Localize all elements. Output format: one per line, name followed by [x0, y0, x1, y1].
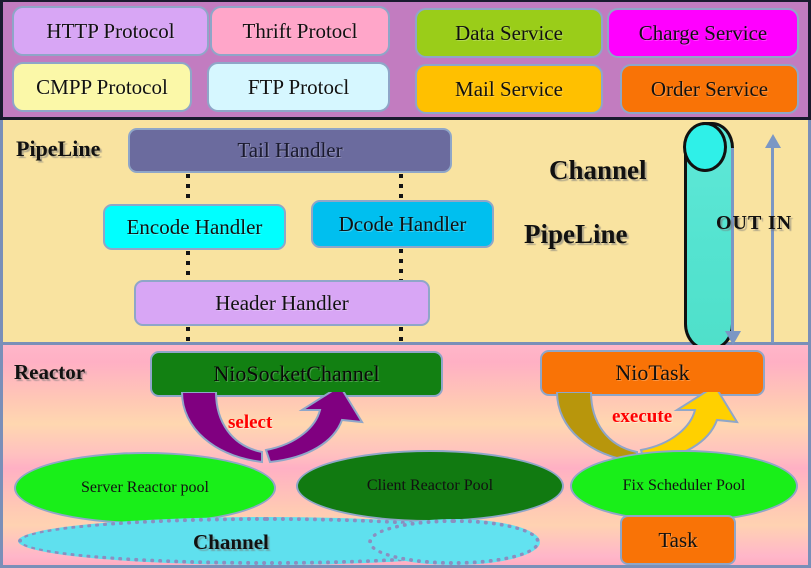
channel-ellipse-small[interactable] — [368, 519, 540, 565]
handler-box-tail[interactable]: Tail Handler — [128, 128, 452, 173]
execute-label: execute — [612, 406, 673, 427]
handler-box-header-label: Header Handler — [215, 290, 349, 315]
handler-box-dcode-label: Dcode Handler — [338, 211, 467, 236]
service-card-order-label: Order Service — [650, 76, 769, 101]
connector-dots-encode-header — [186, 251, 190, 280]
pipeline-section-label: PipeLine — [16, 136, 101, 161]
protocol-card-ftp-label: FTP Protocl — [247, 74, 350, 99]
pool-fix-scheduler[interactable]: Fix Scheduler Pool — [570, 450, 798, 522]
channel-pipeline-label: PipeLine — [524, 219, 628, 249]
diagram-canvas: HTTP Protocol Thrift Protocl CMPP Protoc… — [0, 0, 811, 568]
service-card-data[interactable]: Data Service — [415, 8, 603, 58]
connector-dots-dcode-header — [399, 249, 403, 280]
in-arrow-head-icon — [765, 134, 781, 148]
reactor-section-label: Reactor — [14, 360, 86, 384]
pool-fix-scheduler-label: Fix Scheduler Pool — [622, 477, 746, 494]
channel-cylinder-cap — [683, 122, 727, 172]
protocol-card-http-label: HTTP Protocol — [46, 18, 175, 43]
service-card-mail-label: Mail Service — [455, 76, 563, 101]
pool-server-reactor-label: Server Reactor pool — [81, 479, 209, 496]
handler-box-tail-label: Tail Handler — [237, 138, 343, 163]
protocol-card-thrift[interactable]: Thrift Protocl — [210, 6, 390, 56]
in-arrow-line — [771, 148, 774, 343]
pool-client-reactor-label: Client Reactor Pool — [366, 477, 494, 494]
handler-box-encode-label: Encode Handler — [126, 214, 263, 239]
protocol-card-cmpp-label: CMPP Protocol — [36, 74, 168, 99]
protocol-card-thrift-label: Thrift Protocl — [242, 18, 358, 43]
nio-task-box[interactable]: NioTask — [540, 350, 765, 396]
handler-box-encode[interactable]: Encode Handler — [103, 204, 286, 250]
nio-task-label: NioTask — [615, 360, 690, 386]
nio-socket-channel-box[interactable]: NioSocketChannel — [150, 351, 443, 397]
pool-client-reactor[interactable]: Client Reactor Pool — [296, 450, 564, 522]
connector-dots-tail-encode — [186, 174, 190, 204]
protocol-card-ftp[interactable]: FTP Protocl — [207, 62, 390, 112]
task-box[interactable]: Task — [620, 515, 736, 565]
nio-socket-channel-label: NioSocketChannel — [213, 361, 380, 387]
protocol-card-http[interactable]: HTTP Protocol — [12, 6, 209, 56]
handler-box-dcode[interactable]: Dcode Handler — [311, 200, 494, 248]
service-card-order[interactable]: Order Service — [620, 64, 799, 114]
task-label: Task — [658, 527, 698, 552]
protocol-card-cmpp[interactable]: CMPP Protocol — [12, 62, 192, 112]
channel-label: Channel — [549, 155, 647, 185]
out-arrow-head-icon — [725, 331, 741, 345]
service-card-mail[interactable]: Mail Service — [415, 64, 603, 114]
service-card-data-label: Data Service — [455, 20, 563, 45]
out-arrow-line — [731, 148, 734, 338]
channel-ellipse-label: Channel — [193, 530, 269, 554]
select-label: select — [228, 412, 273, 433]
service-card-charge-label: Charge Service — [638, 20, 768, 45]
pool-server-reactor[interactable]: Server Reactor pool — [14, 452, 276, 524]
connector-dots-tail-dcode — [399, 174, 403, 200]
handler-box-header[interactable]: Header Handler — [134, 280, 430, 326]
out-in-direction-label: OUT IN — [716, 212, 793, 234]
service-card-charge[interactable]: Charge Service — [607, 8, 799, 58]
